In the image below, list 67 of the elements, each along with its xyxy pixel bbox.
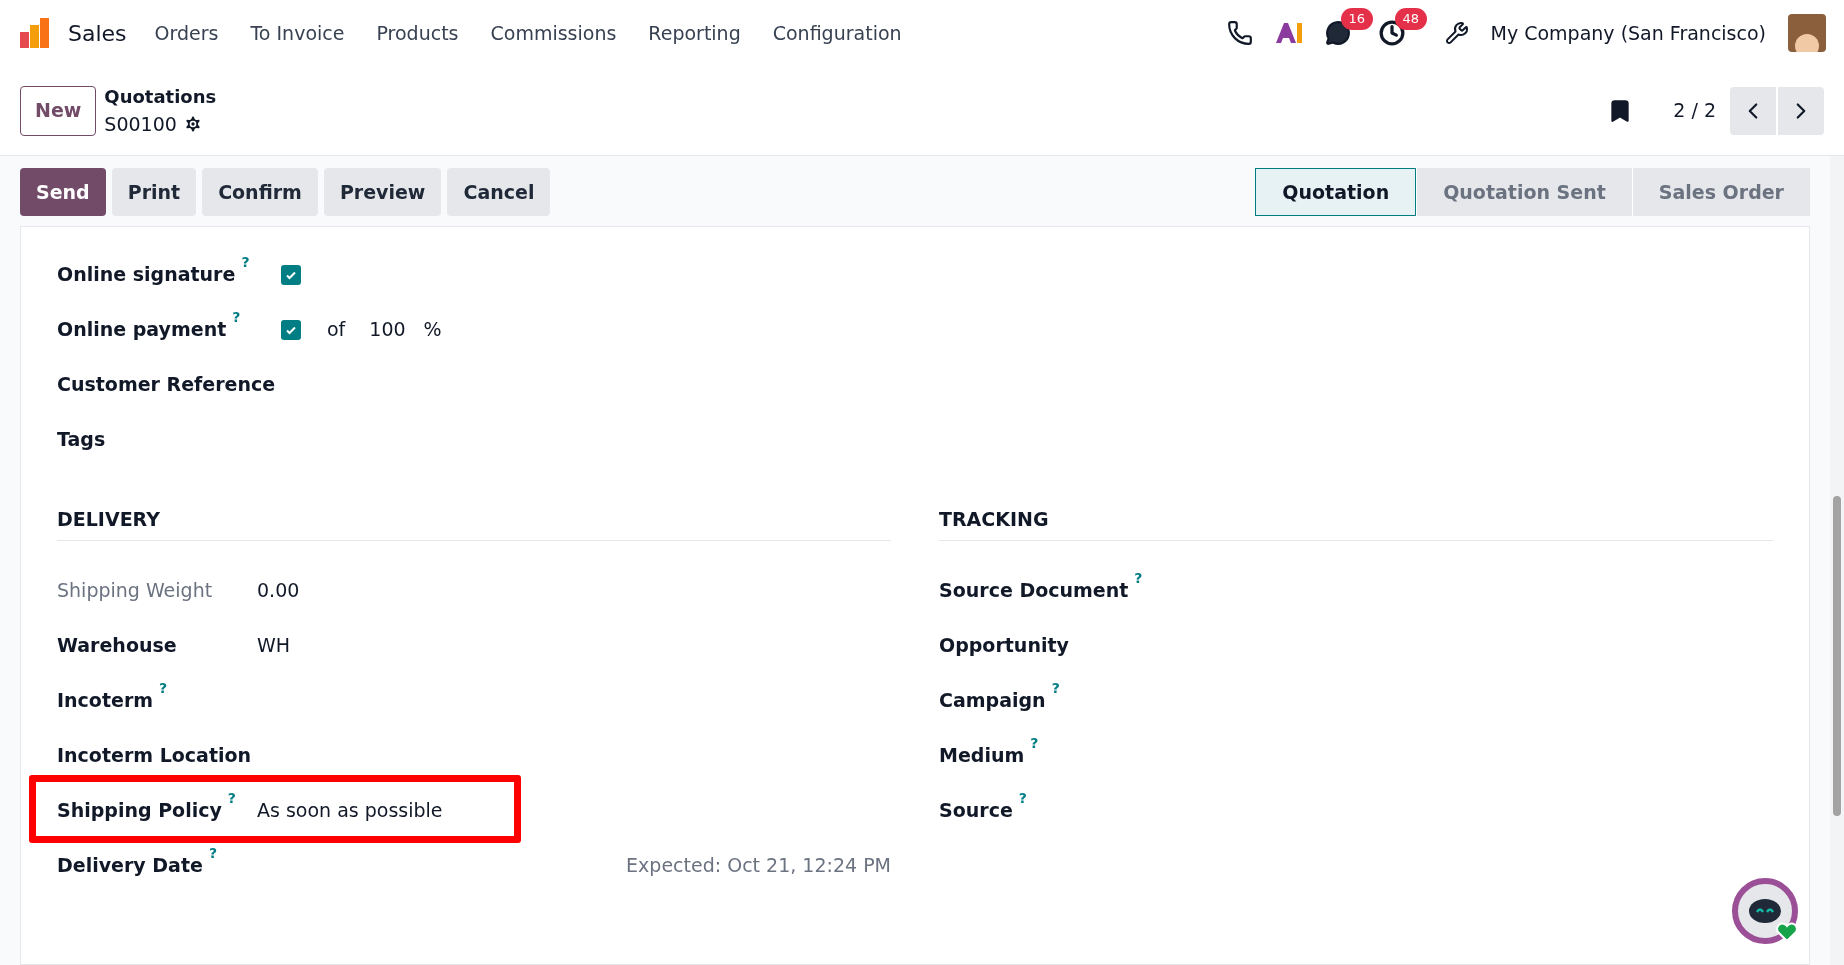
field-label: Opportunity [939,632,1069,658]
help-tooltip[interactable]: ? [159,679,168,696]
chat-icon[interactable] [1324,20,1351,46]
field-label: Medium [939,742,1025,768]
robot-icon [1748,898,1782,924]
help-tooltip[interactable]: ? [1051,679,1060,696]
app-logo-icon [18,16,52,50]
menu-item[interactable]: Configuration [756,18,918,48]
menu-item[interactable]: Commissions [474,18,633,48]
section-title: DELIVERY [57,505,891,541]
breadcrumb-link[interactable]: Quotations [104,82,217,110]
menu-item[interactable]: Products [360,18,475,48]
phone-icon[interactable] [1226,20,1253,46]
help-tooltip[interactable]: ? [232,309,241,326]
notification-badge: 48 [1394,8,1428,30]
help-tooltip[interactable]: ? [1030,734,1039,751]
field-label: Tags [57,427,106,453]
menu-item[interactable]: To Invoice [234,18,361,48]
field-text: of [327,317,346,343]
field-label: Campaign [939,687,1046,713]
action-button[interactable]: Print [111,168,197,216]
help-tooltip[interactable]: ? [1018,789,1027,806]
scrollbar[interactable] [1830,156,1844,965]
field-label: Online signature [57,262,236,288]
field-label: Customer Reference [57,372,276,398]
field-label: Shipping Policy [57,797,222,823]
new-button[interactable]: New [20,85,97,136]
section-title: TRACKING [939,505,1773,541]
status-stage[interactable]: Quotation Sent [1416,168,1632,216]
menu-item[interactable]: Reporting [632,18,757,48]
user-avatar[interactable] [1788,14,1826,52]
debug-tools-icon[interactable] [1444,21,1469,45]
help-tooltip[interactable]: ? [227,789,236,806]
field-label: Source Document [939,577,1129,603]
help-tooltip[interactable]: ? [208,844,217,861]
field-value[interactable]: 0.00 [257,575,300,605]
field-label: Source [939,797,1013,823]
help-tooltip[interactable]: ? [241,254,250,271]
field-value[interactable]: WH [257,630,291,660]
field-text: % [423,317,442,343]
action-button[interactable]: Cancel [447,168,551,216]
field-label: Online payment [57,317,227,343]
field-label: Delivery Date [57,852,203,878]
status-stage[interactable]: Quotation [1255,168,1417,216]
help-tooltip[interactable]: ? [1134,569,1143,586]
field-label: Incoterm [57,687,154,713]
action-button[interactable]: Send [20,168,106,216]
action-button[interactable]: Preview [323,168,442,216]
field-label: Warehouse [57,632,177,658]
activity-icon[interactable] [1378,20,1405,46]
field-label: Shipping Weight [57,577,213,603]
checkbox[interactable] [281,319,301,340]
field-value[interactable]: As soon as possible [257,795,443,825]
record-name: S00100 [104,111,177,137]
company-switcher[interactable]: My Company (San Francisco) [1490,18,1766,48]
action-button[interactable]: Confirm [202,168,318,216]
percent-field[interactable]: 100 [369,315,406,344]
expected-date-note: Expected: Oct 21, 12:24 PM [626,852,891,878]
heart-icon [1776,922,1798,942]
field-label: Incoterm Location [57,742,252,768]
pager-value[interactable]: 2 / 2 [1673,96,1716,125]
menu-item[interactable]: Orders [138,18,235,48]
checkbox[interactable] [281,264,301,285]
notification-badge: 16 [1340,8,1374,30]
app-name[interactable]: Sales [68,16,127,50]
ai-icon[interactable] [1274,21,1303,45]
status-stage[interactable]: Sales Order [1631,168,1810,216]
